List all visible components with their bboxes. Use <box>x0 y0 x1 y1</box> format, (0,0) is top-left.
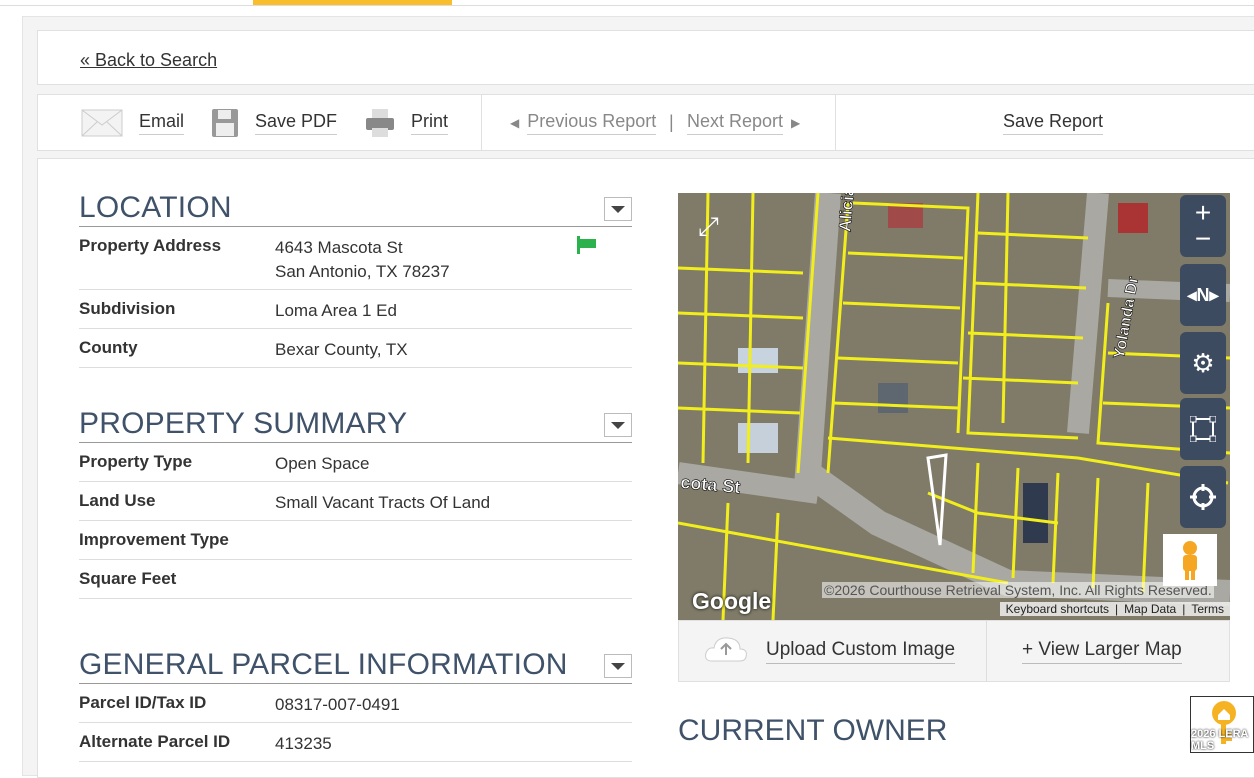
section-title: LOCATION <box>79 193 632 227</box>
collapse-dropdown[interactable] <box>604 197 632 221</box>
back-to-search-link[interactable]: « Back to Search <box>80 50 217 71</box>
table-row: Property TypeOpen Space <box>79 443 632 482</box>
satellite-imagery: Alicia Yolanda Dr cota St <box>678 193 1230 620</box>
map-data-link[interactable]: Map Data <box>1118 602 1182 616</box>
table-row: Property Address 4643 Mascota StSan Anto… <box>79 227 632 290</box>
table-row: Improvement Type <box>79 521 632 560</box>
cloud-upload-icon <box>704 635 748 665</box>
table-row: SubdivisionLoma Area 1 Ed <box>79 290 632 329</box>
parcel-map[interactable]: Alicia Yolanda Dr cota St ⤢ Google ©2026… <box>678 193 1230 620</box>
google-logo: Google <box>692 588 771 615</box>
email-button[interactable]: Email <box>81 95 184 150</box>
expand-fullscreen-icon[interactable]: ⤢ <box>698 213 719 239</box>
upload-custom-image-button[interactable]: Upload Custom Image <box>766 639 955 664</box>
save-pdf-button[interactable]: Save PDF <box>211 95 337 150</box>
nav-divider: | <box>669 95 674 150</box>
table-row: CountyBexar County, TX <box>79 329 632 368</box>
printer-icon <box>365 108 395 138</box>
crosshair-locate-icon[interactable] <box>1180 466 1226 528</box>
zoom-controls: +− <box>1180 195 1226 257</box>
street-view-pegman-icon[interactable] <box>1163 534 1217 586</box>
table-row: Square Feet <box>79 560 632 599</box>
map-actions: Upload Custom Image + View Larger Map <box>678 620 1230 682</box>
terms-link[interactable]: Terms <box>1185 602 1230 616</box>
property-summary-section: PROPERTY SUMMARY Property TypeOpen Space… <box>79 409 632 599</box>
section-title: PROPERTY SUMMARY <box>79 409 632 443</box>
map-footer-links: Keyboard shortcuts| Map Data| Terms <box>1000 602 1230 616</box>
collapse-dropdown[interactable] <box>604 654 632 678</box>
table-row: Alternate Parcel ID413235 <box>79 723 632 762</box>
compass-n-icon[interactable]: ◂N▸ <box>1180 264 1226 326</box>
section-title: GENERAL PARCEL INFORMATION <box>79 650 632 684</box>
next-report-button[interactable]: Next Report ▶ <box>687 95 800 150</box>
print-button[interactable]: Print <box>365 95 448 150</box>
save-report-button[interactable]: Save Report <box>1003 95 1103 150</box>
keyboard-shortcuts-link[interactable]: Keyboard shortcuts <box>1000 602 1115 616</box>
location-section: LOCATION Property Address 4643 Mascota S… <box>79 193 632 368</box>
caret-left-icon: ◀ <box>510 116 519 130</box>
map-copyright: ©2026 Courthouse Retrieval System, Inc. … <box>822 582 1214 598</box>
active-tab-indicator[interactable] <box>253 0 452 5</box>
draw-rectangle-icon[interactable] <box>1180 398 1226 460</box>
current-owner-title: CURRENT OWNER <box>678 714 947 748</box>
envelope-icon <box>81 109 123 137</box>
collapse-dropdown[interactable] <box>604 413 632 437</box>
top-divider <box>0 5 1254 6</box>
general-parcel-section: GENERAL PARCEL INFORMATION Parcel ID/Tax… <box>79 650 632 762</box>
gear-icon[interactable]: ⚙ <box>1180 332 1226 394</box>
report-toolbar: Email Save PDF Print ◀ Previous Report |… <box>37 94 1254 151</box>
floppy-disk-icon <box>211 108 239 138</box>
back-panel: « Back to Search <box>37 30 1254 85</box>
caret-right-icon: ▶ <box>791 116 800 130</box>
table-row: Land UseSmall Vacant Tracts Of Land <box>79 482 632 521</box>
zoom-out-icon[interactable]: − <box>1195 226 1211 252</box>
table-row: Parcel ID/Tax ID08317-007-0491 <box>79 684 632 723</box>
flag-icon[interactable] <box>576 236 598 254</box>
previous-report-button[interactable]: ◀ Previous Report <box>510 95 656 150</box>
view-larger-map-button[interactable]: + View Larger Map <box>1022 639 1182 664</box>
lera-mls-watermark: 2026 LERA MLS <box>1190 696 1254 753</box>
